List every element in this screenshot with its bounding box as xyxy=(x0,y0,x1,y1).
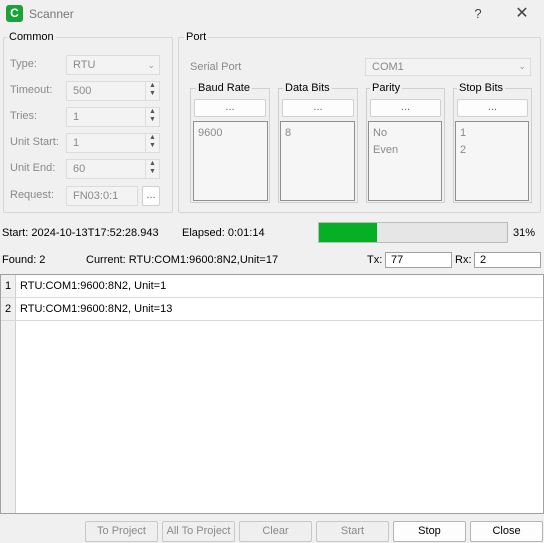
row-number: 2 xyxy=(1,298,16,320)
progress-label: 31% xyxy=(513,227,536,239)
parity-list[interactable]: No Even xyxy=(368,121,442,201)
unit-start-label: Unit Start: xyxy=(10,136,59,148)
stop-bits-list[interactable]: 1 2 xyxy=(455,121,529,201)
unit-end-value: 60 xyxy=(73,163,86,175)
table-row[interactable]: 1 RTU:COM1:9600:8N2, Unit=1 xyxy=(1,275,543,298)
all-to-project-button[interactable]: All To Project xyxy=(162,521,235,542)
parity-title: Parity xyxy=(370,82,403,94)
rx-count: 2 xyxy=(474,252,541,268)
list-item[interactable]: 2 xyxy=(460,142,524,159)
request-value: FN03:0:1 xyxy=(73,190,119,202)
tries-value: 1 xyxy=(73,111,80,123)
table-row[interactable]: 2 RTU:COM1:9600:8N2, Unit=13 xyxy=(1,298,543,321)
request-field[interactable]: FN03:0:1 xyxy=(66,186,138,206)
stop-bits-title: Stop Bits xyxy=(457,82,506,94)
tries-spinbox[interactable]: 1 ▲ ▼ xyxy=(66,107,160,127)
baud-rate-edit-button[interactable]: ... xyxy=(194,99,266,117)
spin-arrows-icon[interactable]: ▲ ▼ xyxy=(145,108,159,126)
data-bits-title: Data Bits xyxy=(283,82,332,94)
clear-button[interactable]: Clear xyxy=(239,521,312,542)
list-item[interactable]: Even xyxy=(373,142,437,159)
found-count: Found: 2 xyxy=(2,254,46,266)
list-item[interactable]: 1 xyxy=(460,125,524,142)
tx-label: Tx: xyxy=(367,254,383,266)
type-label: Type: xyxy=(10,58,37,70)
to-project-button[interactable]: To Project xyxy=(85,521,158,542)
row-number: 1 xyxy=(1,275,16,297)
app-icon: C xyxy=(6,5,23,22)
common-group-title: Common xyxy=(7,31,56,43)
serial-port-label: Serial Port xyxy=(190,61,242,73)
request-label: Request: xyxy=(10,189,55,201)
spin-arrows-icon[interactable]: ▲ ▼ xyxy=(145,134,159,152)
list-item[interactable]: 9600 xyxy=(198,125,263,142)
row-address: RTU:COM1:9600:8N2, Unit=13 xyxy=(20,303,173,315)
unit-end-label: Unit End: xyxy=(10,162,56,174)
baud-rate-title: Baud Rate xyxy=(196,82,252,94)
title-bar: C Scanner ? ✕ xyxy=(0,0,544,28)
timeout-spinbox[interactable]: 500 ▲ ▼ xyxy=(66,81,160,101)
timeout-label: Timeout: xyxy=(10,84,53,96)
list-item[interactable]: No xyxy=(373,125,437,142)
data-bits-list[interactable]: 8 xyxy=(280,121,355,201)
start-time: Start: 2024-10-13T17:52:28.943 xyxy=(2,227,159,239)
chevron-down-icon: ⌄ xyxy=(518,61,526,71)
unit-start-value: 1 xyxy=(73,137,80,149)
request-edit-button[interactable]: ... xyxy=(142,186,160,206)
current-address: Current: RTU:COM1:9600:8N2,Unit=17 xyxy=(86,254,279,266)
stop-bits-edit-button[interactable]: ... xyxy=(457,99,528,117)
timeout-value: 500 xyxy=(73,85,92,97)
spin-arrows-icon[interactable]: ▲ ▼ xyxy=(145,160,159,178)
unit-end-spinbox[interactable]: 60 ▲ ▼ xyxy=(66,159,160,179)
progress-fill xyxy=(319,223,378,242)
unit-start-spinbox[interactable]: 1 ▲ ▼ xyxy=(66,133,160,153)
baud-rate-list[interactable]: 9600 xyxy=(193,121,268,201)
type-value: RTU xyxy=(73,59,96,71)
port-group-title: Port xyxy=(184,31,209,43)
results-table[interactable]: 1 RTU:COM1:9600:8N2, Unit=1 2 RTU:COM1:9… xyxy=(0,274,544,514)
tries-label: Tries: xyxy=(10,110,38,122)
help-button[interactable]: ? xyxy=(466,4,490,24)
type-select[interactable]: RTU ⌄ xyxy=(66,55,160,75)
parity-edit-button[interactable]: ... xyxy=(370,99,441,117)
progress-bar xyxy=(318,222,508,243)
tx-count: 77 xyxy=(385,252,452,268)
elapsed-time: Elapsed: 0:01:14 xyxy=(182,227,265,239)
window-title: Scanner xyxy=(29,7,74,21)
spin-arrows-icon[interactable]: ▲ ▼ xyxy=(145,82,159,100)
chevron-down-icon: ⌄ xyxy=(147,60,155,70)
list-item[interactable]: 8 xyxy=(285,125,350,142)
rx-label: Rx: xyxy=(455,254,472,266)
close-window-button[interactable]: ✕ xyxy=(510,4,534,24)
data-bits-edit-button[interactable]: ... xyxy=(282,99,354,117)
serial-port-value: COM1 xyxy=(372,61,404,73)
serial-port-select[interactable]: COM1 ⌄ xyxy=(365,58,531,76)
row-address: RTU:COM1:9600:8N2, Unit=1 xyxy=(20,280,167,292)
close-button[interactable]: Close xyxy=(470,521,543,542)
stop-button[interactable]: Stop xyxy=(393,521,466,542)
start-button[interactable]: Start xyxy=(316,521,389,542)
